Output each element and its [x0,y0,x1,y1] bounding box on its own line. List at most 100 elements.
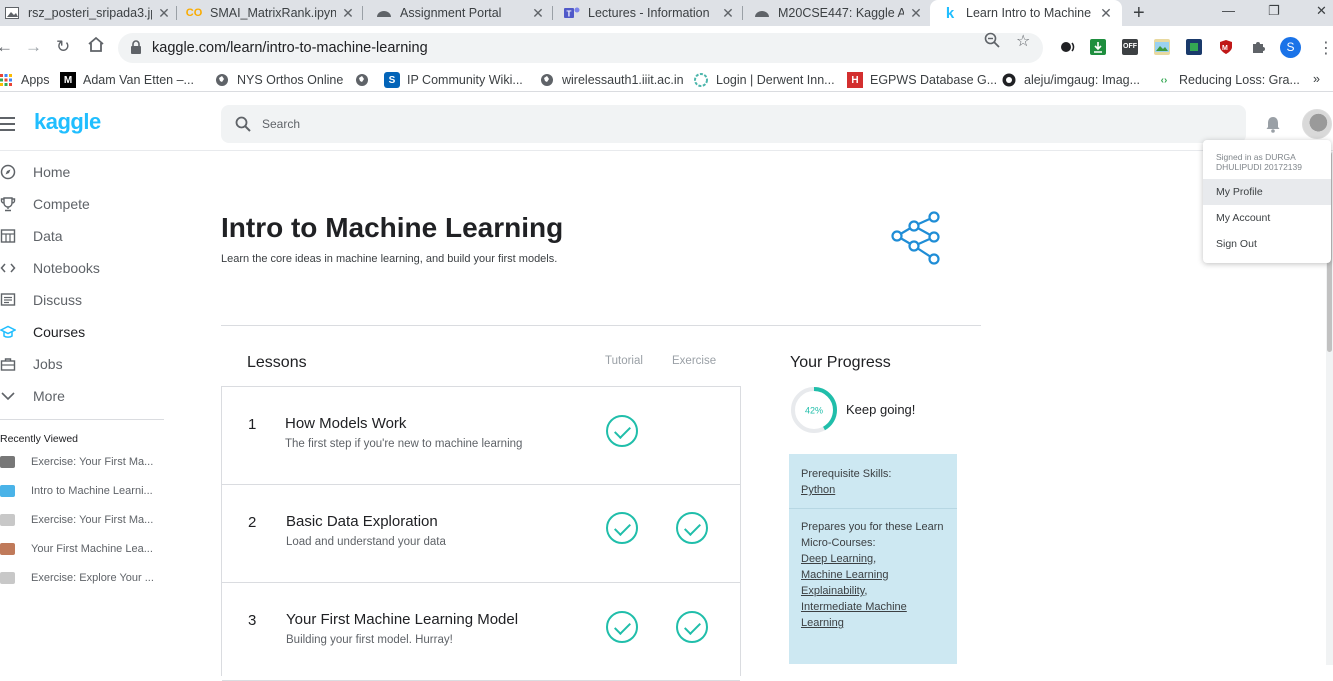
extension-icon[interactable] [1060,39,1076,55]
exercise-complete-check-icon[interactable] [676,611,708,643]
card-divider [789,508,957,509]
new-tab-icon[interactable]: + [1133,2,1145,25]
minimize-icon[interactable]: — [1222,3,1235,18]
sidebar-item-label: Courses [33,324,86,340]
shield-extension-icon[interactable] [1186,39,1202,55]
tab-close-icon[interactable]: ✕ [720,5,736,22]
recent-item[interactable]: Exercise: Explore Your ... [0,568,165,588]
bookmark-label: Apps [21,73,50,87]
recent-item[interactable]: Intro to Machine Learni... [0,481,165,501]
bookmark-item[interactable]: aleju/imgaug: Imag... [1001,72,1140,88]
tutorial-complete-check-icon[interactable] [606,611,638,643]
bookmark-item[interactable]: H EGPWS Database G... [847,72,997,88]
zoom-icon[interactable] [984,32,1000,52]
tab-divider [552,6,553,20]
tab-close-icon[interactable]: ✕ [908,5,924,22]
user-avatar[interactable] [1302,109,1332,139]
sidebar-item-compete[interactable]: Compete [0,188,165,220]
ml-explainability-link[interactable]: Machine Learning Explainability [801,569,888,597]
lesson-title[interactable]: Your First Machine Learning Model [286,611,518,628]
back-icon[interactable]: ← [0,37,13,57]
course-subtitle: Learn the core ideas in machine learning… [221,253,558,265]
recent-item[interactable]: Exercise: Your First Ma... [0,452,165,472]
browser-tab[interactable]: M20CSE447: Kaggle Ass ✕ [754,0,924,26]
browser-tab-active[interactable]: k Learn Intro to Machine ✕ [930,0,1122,26]
kaggle-logo[interactable]: kaggle [34,109,101,135]
address-bar[interactable]: kaggle.com/learn/intro-to-machine-learni… [118,33,1043,63]
bookmark-item[interactable]: wirelessauth1.iiit.ac.in [539,72,684,88]
sidebar-item-discuss[interactable]: Discuss [0,284,165,316]
recent-item[interactable]: Exercise: Your First Ma... [0,510,165,530]
lesson-row[interactable]: 3 Your First Machine Learning Model Buil… [222,583,740,681]
deep-learning-link[interactable]: Deep Learning [801,553,873,565]
forward-icon[interactable]: → [25,37,42,57]
browser-tab[interactable]: CO SMAI_MatrixRank.ipynb ✕ [186,0,356,26]
sidebar-item-home[interactable]: Home [0,156,165,188]
search-input[interactable]: Search [221,105,1246,143]
search-icon [235,116,251,137]
python-course-link[interactable]: Python [801,484,835,496]
recent-item[interactable]: Your First Machine Lea... [0,539,165,559]
lesson-description: Load and understand your data [286,536,446,548]
sidebar-item-more[interactable]: More [0,380,165,412]
download-extension-icon[interactable] [1090,39,1106,55]
tab-divider [176,6,177,20]
sidebar-item-courses[interactable]: Courses [0,316,165,348]
tutorial-complete-check-icon[interactable] [606,512,638,544]
bookmark-item[interactable] [354,72,377,88]
sidebar-item-notebooks[interactable]: Notebooks [0,252,165,284]
cloud-icon [376,5,392,21]
my-account-menu-item[interactable]: My Account [1203,205,1331,231]
browser-tab[interactable]: T Lectures - Information ✕ [564,0,736,26]
browser-tab[interactable]: Assignment Portal ✕ [376,0,546,26]
browser-profile-avatar[interactable]: S [1280,37,1301,58]
home-icon[interactable] [87,36,105,58]
bookmark-item[interactable]: S IP Community Wiki... [384,72,523,88]
bell-icon[interactable] [1264,115,1282,138]
bookmark-item[interactable]: M Adam Van Etten –... [60,72,194,88]
briefcase-icon [0,356,16,372]
my-profile-menu-item[interactable]: My Profile [1203,179,1331,205]
restore-icon[interactable]: ❐ [1268,3,1280,19]
sidebar-item-jobs[interactable]: Jobs [0,348,165,380]
hamburger-menu-icon[interactable] [0,117,15,135]
mcafee-icon[interactable]: M [1218,39,1234,55]
lesson-row[interactable]: 1 How Models Work The first step if you'… [222,387,740,485]
course-title: Intro to Machine Learning [221,212,564,243]
table-icon [0,228,16,244]
bookmark-item[interactable]: Login | Derwent Inn... [693,72,835,88]
menu-kebab-icon[interactable]: ⋮ [1318,38,1333,58]
image-extension-icon[interactable] [1154,39,1170,55]
bookmark-star-icon[interactable]: ☆ [1016,31,1030,51]
lesson-title[interactable]: Basic Data Exploration [286,513,438,530]
lesson-row[interactable]: 2 Basic Data Exploration Load and unders… [222,485,740,583]
bookmark-item[interactable]: NYS Orthos Online [214,72,343,88]
exercise-complete-check-icon[interactable] [676,512,708,544]
bookmark-item[interactable]: ‹› Reducing Loss: Gra... [1156,72,1300,88]
tab-close-icon[interactable]: ✕ [530,5,546,22]
browser-tab[interactable]: rsz_posteri_sripada3.jpg ✕ [2,0,172,26]
code-icon [0,260,16,276]
kaggle-header: kaggle Search [0,93,1333,151]
bookmarks-overflow-icon[interactable]: » [1313,72,1320,86]
tab-close-icon[interactable]: ✕ [1098,5,1114,22]
tab-close-icon[interactable]: ✕ [156,5,172,22]
puzzle-extensions-icon[interactable] [1250,39,1266,55]
off-extension-icon[interactable]: OFF [1122,39,1138,55]
sign-out-menu-item[interactable]: Sign Out [1203,231,1331,257]
tutorial-complete-check-icon[interactable] [606,415,638,447]
notebook-thumbnail [0,514,15,526]
sidebar: Home Compete Data Notebooks Discuss Cour… [0,152,170,665]
intermediate-ml-link[interactable]: Intermediate Machine Learning [801,601,907,629]
notebook-thumbnail [0,456,15,468]
course-thumbnail [0,485,15,497]
bookmark-label: EGPWS Database G... [870,73,998,87]
tab-close-icon[interactable]: ✕ [340,5,356,22]
close-window-icon[interactable]: ✕ [1316,3,1327,19]
content-divider [221,325,981,326]
sidebar-item-data[interactable]: Data [0,220,165,252]
lesson-title[interactable]: How Models Work [285,415,406,432]
bookmark-apps[interactable]: Apps [0,72,50,88]
recently-viewed-heading: Recently Viewed [0,433,79,445]
reload-icon[interactable]: ↻ [56,37,70,57]
